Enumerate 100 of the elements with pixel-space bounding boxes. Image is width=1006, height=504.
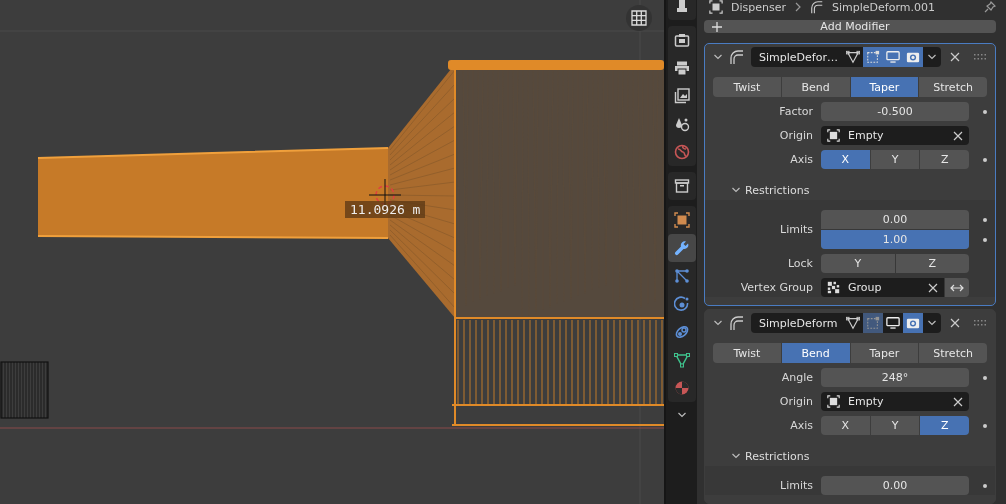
- edit-mode-toggle[interactable]: [843, 313, 863, 333]
- slider-field[interactable]: 0.00: [821, 210, 969, 229]
- object-field[interactable]: Empty: [821, 126, 969, 145]
- axis-toggle[interactable]: X: [821, 416, 870, 435]
- axis-toggle[interactable]: Y: [821, 254, 895, 273]
- field-label: Limits: [780, 223, 813, 236]
- object-name: Dispenser: [731, 0, 786, 14]
- keyframe-dot[interactable]: [983, 375, 987, 380]
- wireframe-drawing: [0, 361, 49, 419]
- triangle-outline-icon: [846, 316, 860, 330]
- viewport-toggle[interactable]: [883, 313, 903, 333]
- axis-toggle[interactable]: Z: [895, 254, 969, 273]
- monitor-icon: [886, 50, 900, 64]
- field-label: Origin: [779, 395, 813, 408]
- drag-handle-icon[interactable]: [974, 320, 986, 326]
- caret-icon: [927, 318, 937, 328]
- chevron-down-icon: [713, 52, 723, 62]
- dropdown-button[interactable]: [923, 313, 941, 333]
- render-toggle[interactable]: [903, 313, 923, 333]
- axis-toggle[interactable]: Z: [920, 416, 969, 435]
- pin-icon[interactable]: [984, 1, 996, 13]
- vertex-group-icon: [827, 281, 840, 294]
- keyframe-dot[interactable]: [983, 157, 987, 162]
- globe-icon: [673, 144, 690, 160]
- close-icon[interactable]: [953, 130, 963, 141]
- modifier-name-field[interactable]: SimpleDeform: [751, 313, 843, 333]
- monitor-icon: [886, 316, 900, 330]
- close-icon[interactable]: [950, 318, 960, 328]
- modifier-breadcrumb: SimpleDeform.001: [832, 0, 935, 14]
- dropdown-button[interactable]: [923, 47, 941, 67]
- axis-toggle[interactable]: X: [821, 150, 870, 169]
- number-field[interactable]: -0.500: [821, 102, 969, 121]
- cage-toggle[interactable]: [863, 47, 883, 67]
- field-label: Limits: [780, 479, 813, 492]
- chevron-down-icon: [731, 451, 741, 461]
- object-icon: [827, 129, 840, 142]
- mode-tab[interactable]: Bend: [781, 343, 850, 363]
- camera-icon: [673, 32, 690, 48]
- slider-field[interactable]: 0.00: [821, 476, 969, 495]
- chevron-down-icon: [731, 185, 741, 195]
- keyframe-dot[interactable]: [983, 483, 987, 488]
- field-label: Axis: [790, 419, 813, 432]
- breadcrumb-chevron-icon: [794, 2, 802, 12]
- orbit-icon: [673, 296, 690, 312]
- axis-toggle[interactable]: Y: [870, 150, 920, 169]
- slider-field[interactable]: 1.00: [821, 230, 969, 249]
- field-label: Angle: [781, 371, 813, 384]
- mode-tab[interactable]: Stretch: [919, 77, 987, 97]
- field-label: Origin: [779, 129, 813, 142]
- close-icon[interactable]: [928, 282, 938, 293]
- triangle-icon: [673, 352, 690, 368]
- subpanel-header[interactable]: Restrictions: [713, 446, 987, 466]
- add-modifier-button[interactable]: Add Modifier: [704, 20, 996, 33]
- link-icon: [673, 324, 690, 340]
- mode-tab[interactable]: Taper: [850, 343, 919, 363]
- keyframe-dot[interactable]: [983, 423, 987, 428]
- close-icon[interactable]: [953, 396, 963, 407]
- field-label: Axis: [790, 153, 813, 166]
- keyframe-dot[interactable]: [983, 237, 987, 242]
- double-arrow-icon: [949, 282, 965, 293]
- object-field[interactable]: Empty: [821, 392, 969, 411]
- camera-icon: [906, 50, 920, 64]
- axis-toggle[interactable]: Y: [870, 416, 920, 435]
- subpanel-header[interactable]: Restrictions: [713, 180, 987, 200]
- cage-icon: [866, 50, 880, 64]
- box-icon: [673, 178, 690, 194]
- axis-toggle[interactable]: Z: [920, 150, 969, 169]
- render-toggle[interactable]: [903, 47, 923, 67]
- keyframe-dot[interactable]: [983, 109, 987, 114]
- scroll-down-icon: [676, 410, 687, 420]
- chevron-down-icon: [713, 318, 723, 328]
- viewport-toggle[interactable]: [883, 47, 903, 67]
- properties-tab[interactable]: [667, 234, 696, 262]
- curve-icon: [729, 315, 745, 331]
- field-label: Lock: [787, 257, 813, 270]
- field-label: Vertex Group: [740, 281, 813, 294]
- mode-tab[interactable]: Twist: [713, 343, 781, 363]
- drag-handle-icon[interactable]: [974, 54, 986, 60]
- grid-toggle-button[interactable]: [626, 5, 652, 31]
- edit-mode-toggle[interactable]: [843, 47, 863, 67]
- camera-icon: [906, 316, 920, 330]
- mode-tab[interactable]: Stretch: [919, 343, 987, 363]
- invert-toggle[interactable]: [945, 278, 969, 297]
- drops-icon: [673, 116, 690, 132]
- mode-tab[interactable]: Taper: [850, 77, 919, 97]
- mode-tab[interactable]: Twist: [713, 77, 781, 97]
- keyframe-dot[interactable]: [983, 217, 987, 222]
- field-label: Factor: [779, 105, 813, 118]
- printer-icon: [673, 60, 690, 76]
- close-icon[interactable]: [950, 52, 960, 62]
- mesh-object-icon: [709, 0, 723, 14]
- object-icon: [827, 395, 840, 408]
- vertex-group-field[interactable]: Group: [821, 278, 944, 297]
- mode-tab[interactable]: Bend: [781, 77, 850, 97]
- measurement-label: 11.0926 m: [345, 201, 426, 218]
- plus-icon: [712, 21, 722, 32]
- number-field[interactable]: 248°: [821, 368, 969, 387]
- modifier-name-field[interactable]: SimpleDefor…: [751, 47, 843, 67]
- curve-icon: [729, 49, 745, 65]
- triangle-outline-icon: [846, 50, 860, 64]
